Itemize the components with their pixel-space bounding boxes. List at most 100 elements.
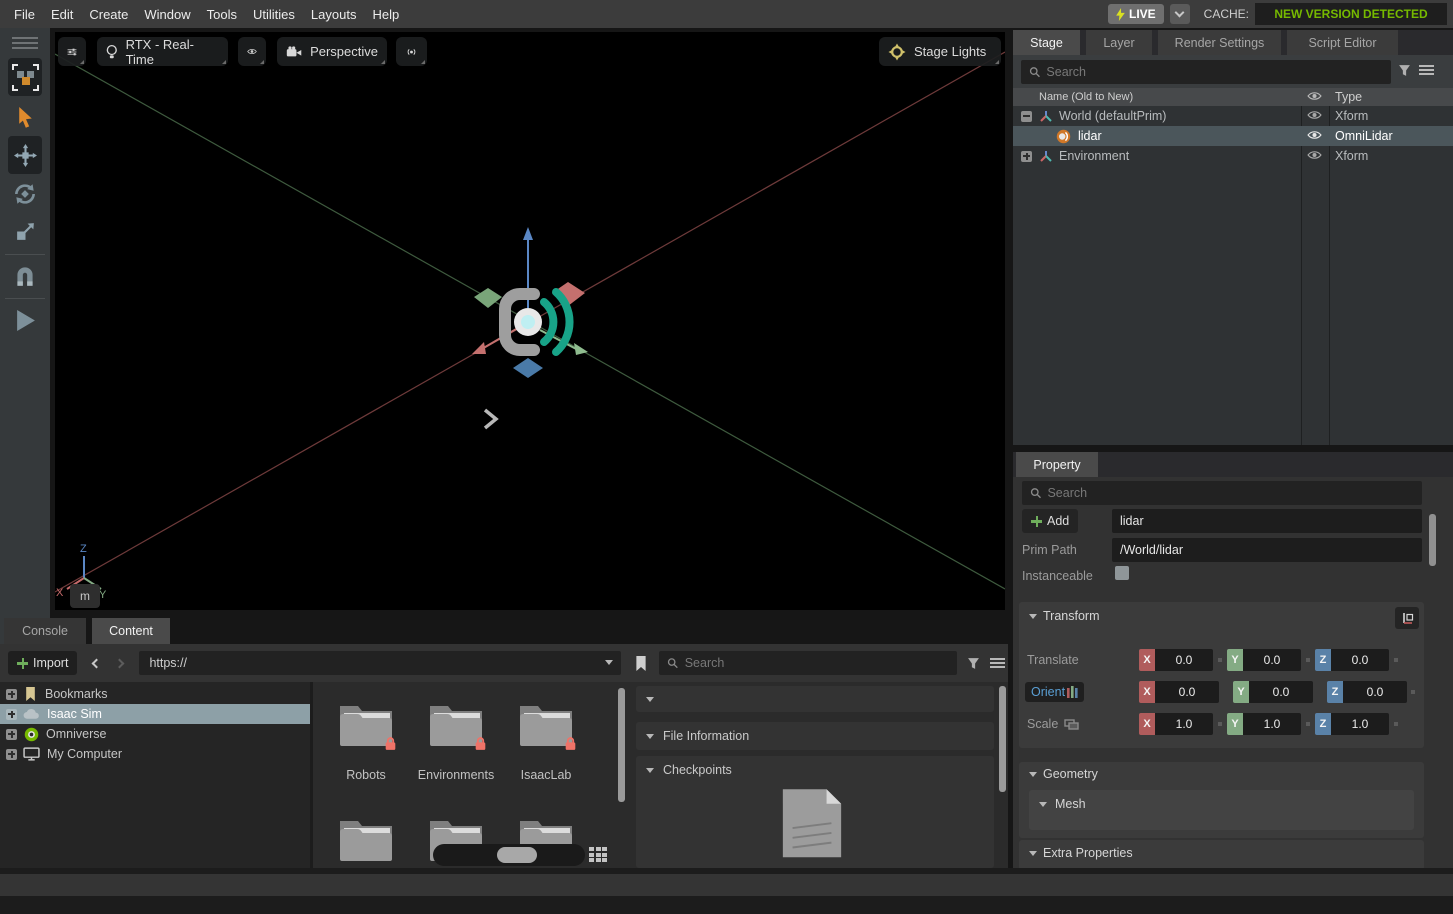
visibility-column-eye-icon[interactable] [1307,91,1322,104]
viewport-3d[interactable]: Z X Y RTX - Real-Time Perspective [55,32,1005,610]
visibility-eye-icon[interactable] [1307,109,1322,123]
menu-utilities[interactable]: Utilities [253,7,295,22]
spinner-dot[interactable] [1394,722,1398,726]
property-search-input[interactable] [1047,486,1414,500]
collapse-expander[interactable] [1021,111,1032,122]
units-button[interactable]: m [70,584,100,608]
expand-expander[interactable] [1021,151,1032,162]
prim-name-field[interactable]: lidar [1112,509,1422,533]
collapse-triangle-icon[interactable] [1029,614,1037,619]
spinner-dot[interactable] [1306,722,1310,726]
transform-space-button[interactable] [1395,607,1419,629]
folder-isaaclab[interactable] [514,700,578,755]
viewport-audio-button[interactable] [396,37,427,66]
property-search-field[interactable] [1022,481,1422,505]
viewport-expand-chevron[interactable] [485,410,496,428]
folder-robots[interactable] [334,700,398,755]
add-property-button[interactable]: Add [1022,509,1078,533]
live-button[interactable]: LIVE [1108,4,1164,24]
tab-script-editor[interactable]: Script Editor [1287,30,1398,55]
type-column-header[interactable]: Type [1335,90,1362,104]
expand-expander[interactable] [6,709,17,720]
content-options-button[interactable] [990,656,1005,670]
address-bar[interactable] [139,651,621,675]
property-scrollbar[interactable] [1429,514,1436,566]
menu-layouts[interactable]: Layouts [311,7,357,22]
detail-scrollbar[interactable] [999,686,1006,792]
orient-z-field[interactable]: 0.0 [1343,681,1407,703]
tab-stage[interactable]: Stage [1013,30,1080,55]
menu-tools[interactable]: Tools [207,7,237,22]
stage-row-world[interactable]: World (defaultPrim) Xform [1013,106,1453,126]
expand-expander[interactable] [6,749,17,760]
menu-help[interactable]: Help [372,7,399,22]
orient-button[interactable]: Orient [1025,682,1084,702]
tab-console[interactable]: Console [4,618,86,644]
move-gizmo[interactable] [472,227,588,378]
snap-tool-button[interactable] [8,260,42,292]
import-button[interactable]: Import [8,651,77,675]
tree-item-omniverse[interactable]: Omniverse [0,724,310,744]
link-icon[interactable] [1064,719,1079,730]
collapse-triangle-icon[interactable] [1039,802,1047,807]
scale-z-field[interactable]: 1.0 [1331,713,1389,735]
toolbar-grip-handle[interactable] [12,34,46,52]
prim-path-field[interactable]: /World/lidar [1112,538,1422,562]
folder-grid-scrollbar[interactable] [618,688,625,802]
tab-property[interactable]: Property [1016,452,1098,477]
expand-expander[interactable] [6,729,17,740]
stage-search-field[interactable] [1021,60,1391,84]
selection-mode-button[interactable] [8,58,42,96]
view-mode-grid-icon[interactable] [589,847,607,862]
visibility-eye-icon[interactable] [1307,149,1322,163]
move-tool-button[interactable] [8,136,42,174]
viewport-settings-button[interactable] [58,37,86,66]
camera-selector-button[interactable]: Perspective [277,37,387,66]
menu-edit[interactable]: Edit [51,7,73,22]
stage-search-input[interactable] [1046,65,1383,79]
rotate-tool-button[interactable] [8,178,42,210]
play-button[interactable] [8,304,42,336]
renderer-selector-button[interactable]: RTX - Real-Time [97,37,228,66]
menu-file[interactable]: File [14,7,35,22]
translate-x-field[interactable]: 0.0 [1155,649,1213,671]
tab-content[interactable]: Content [92,618,170,644]
visibility-eye-icon[interactable] [1307,129,1322,143]
orient-x-field[interactable]: 0.0 [1155,681,1219,703]
stage-lights-button[interactable]: Stage Lights [879,37,1001,66]
back-button[interactable] [92,658,102,668]
tab-layer[interactable]: Layer [1086,30,1152,55]
spinner-dot[interactable] [1218,658,1222,662]
stage-row-environment[interactable]: Environment Xform [1013,146,1453,166]
select-tool-button[interactable] [8,102,42,132]
content-search-input[interactable] [685,656,950,670]
tab-render-settings[interactable]: Render Settings [1158,30,1281,55]
content-search-field[interactable] [659,651,957,675]
address-input[interactable] [149,656,611,670]
spinner-dot[interactable] [1306,658,1310,662]
scale-y-field[interactable]: 1.0 [1243,713,1301,735]
spinner-dot[interactable] [1218,722,1222,726]
detail-collapsed-section[interactable] [636,686,994,712]
name-column-header[interactable]: Name (Old to New) [1039,91,1133,103]
viewport-visibility-button[interactable] [238,37,266,66]
folder-environments[interactable] [424,700,488,755]
menu-create[interactable]: Create [89,7,128,22]
thumbnail-size-slider[interactable] [433,844,585,866]
translate-y-field[interactable]: 0.0 [1243,649,1301,671]
translate-z-field[interactable]: 0.0 [1331,649,1389,671]
tree-item-my-computer[interactable]: My Computer [0,744,310,764]
scale-tool-button[interactable] [8,216,42,246]
expand-expander[interactable] [6,689,17,700]
tree-item-bookmarks[interactable]: Bookmarks [0,684,310,704]
checkpoints-section[interactable]: Checkpoints [636,756,994,868]
collapse-triangle-icon[interactable] [1029,772,1037,777]
stage-options-button[interactable] [1419,63,1434,77]
file-information-section[interactable]: File Information [636,722,994,750]
spinner-dot[interactable] [1411,690,1415,694]
stage-row-lidar[interactable]: lidar OmniLidar [1013,126,1453,146]
address-dropdown-icon[interactable] [605,660,613,665]
stage-filter-button[interactable] [1398,64,1411,77]
content-filter-button[interactable] [967,657,980,670]
collapse-triangle-icon[interactable] [1029,851,1037,856]
